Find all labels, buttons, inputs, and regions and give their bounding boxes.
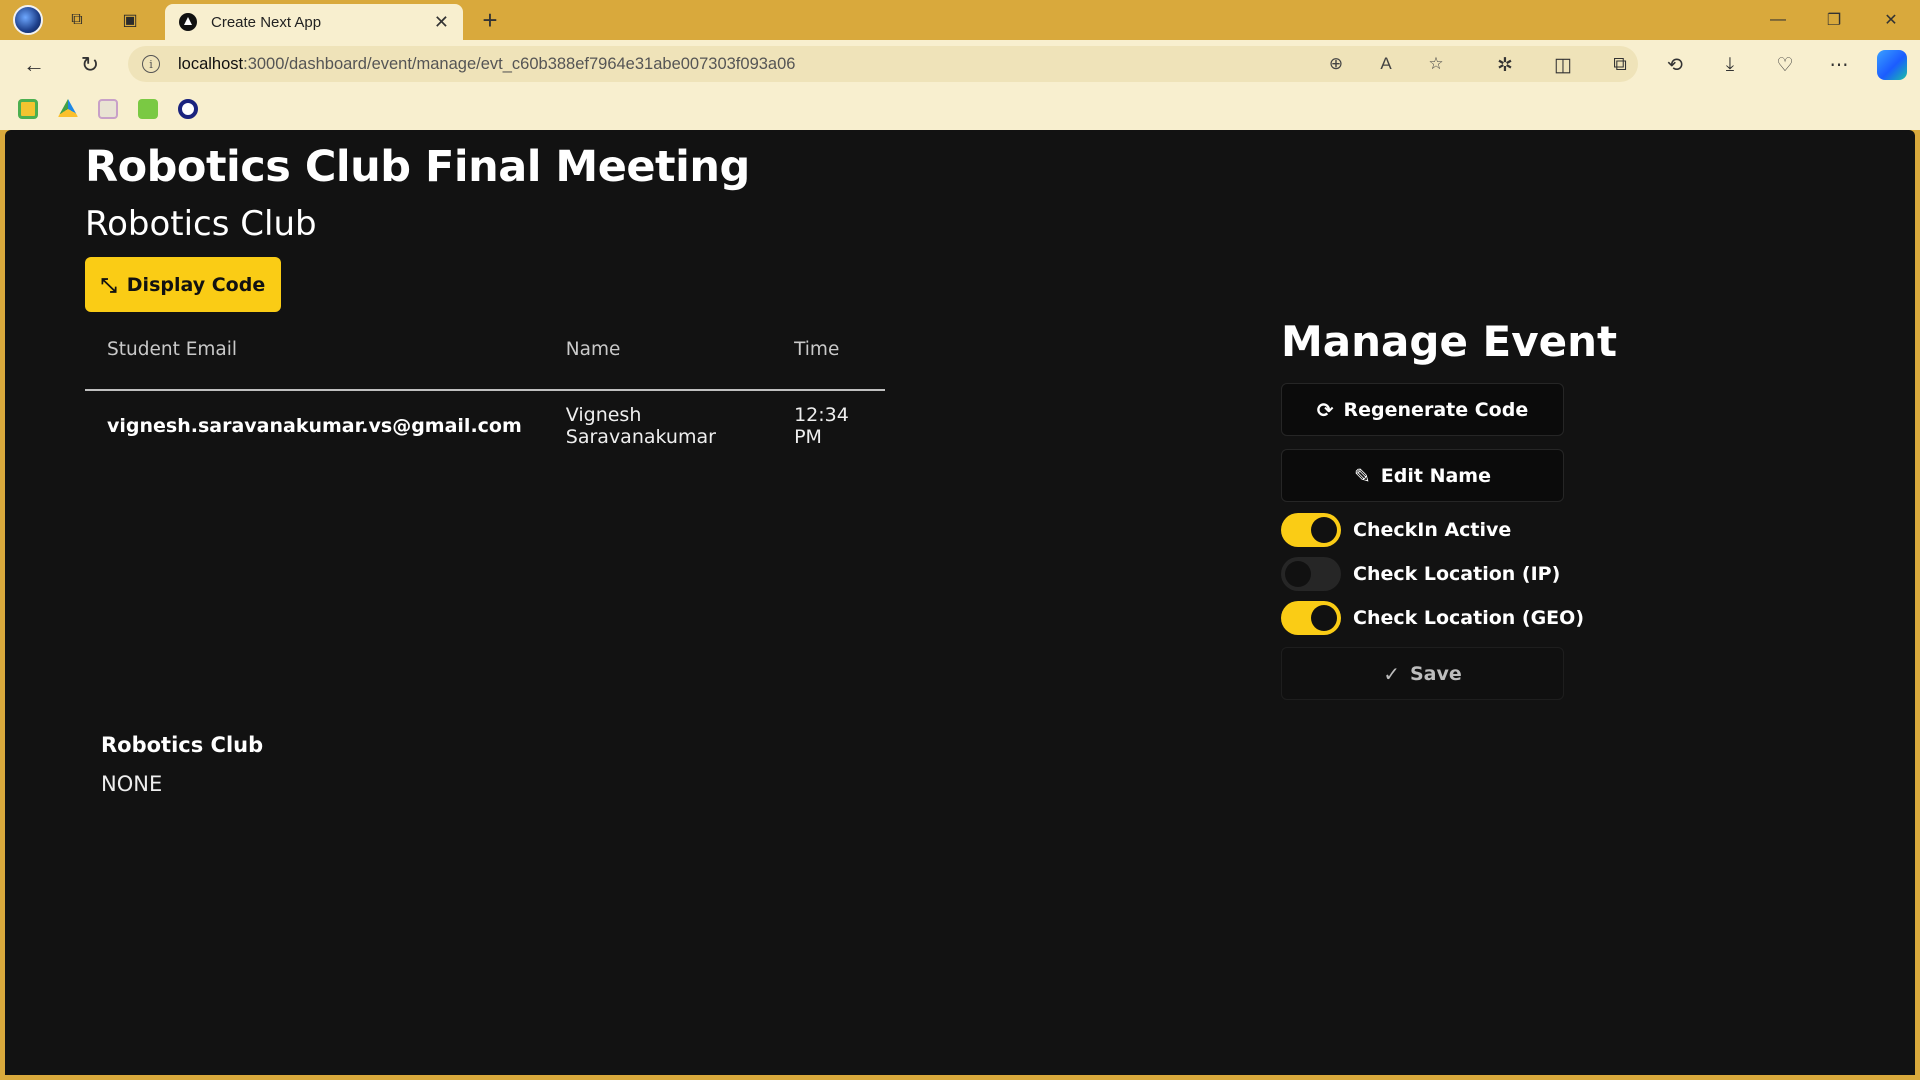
- minimize-icon[interactable]: —: [1758, 6, 1798, 34]
- collections-icon[interactable]: ⧉: [1605, 50, 1635, 80]
- workspaces-icon[interactable]: ⧉: [63, 6, 91, 34]
- reload-icon[interactable]: ↻: [75, 50, 105, 80]
- edit-name-label: Edit Name: [1380, 464, 1491, 487]
- close-icon[interactable]: ✕: [434, 12, 449, 33]
- save-button[interactable]: ✓ Save: [1281, 647, 1564, 700]
- cell-email: vignesh.saravanakumar.vs@gmail.com: [107, 414, 522, 437]
- copilot-icon[interactable]: [1877, 50, 1907, 80]
- manage-event-title: Manage Event: [1281, 317, 1618, 366]
- expand-icon: ⤡: [100, 272, 117, 297]
- profile-avatar[interactable]: [13, 5, 43, 35]
- downloads-icon[interactable]: ⤓: [1715, 50, 1745, 80]
- cell-time: 12:34 PM: [794, 403, 849, 448]
- url-path: :3000/dashboard/event/manage/evt_c60b388…: [243, 54, 796, 73]
- toggle-label: Check Location (IP): [1353, 563, 1561, 585]
- browser-tab[interactable]: Create Next App ✕: [165, 4, 463, 40]
- refresh-icon: ⟳: [1316, 397, 1334, 422]
- address-bar[interactable]: i localhost:3000/dashboard/event/manage/…: [128, 46, 1638, 82]
- regenerate-code-button[interactable]: ⟳ Regenerate Code: [1281, 383, 1564, 436]
- table-row: vignesh.saravanakumar.vs@gmail.com Vigne…: [85, 390, 885, 460]
- browser-tab-bar: ⧉ ▣ Create Next App ✕ + — ❐ ✕: [0, 0, 1920, 40]
- footer-club-name: Robotics Club: [101, 733, 264, 757]
- more-menu-icon[interactable]: ⋯: [1824, 50, 1854, 80]
- bookmark-drive-icon[interactable]: [58, 99, 78, 117]
- toggle-label: Check Location (GEO): [1353, 607, 1584, 629]
- page-content: Robotics Club Final Meeting Robotics Clu…: [5, 130, 1915, 1075]
- footer-club-value: NONE: [101, 772, 163, 796]
- club-name: Robotics Club: [85, 204, 317, 244]
- new-tab-icon[interactable]: +: [476, 5, 504, 35]
- regenerate-code-label: Regenerate Code: [1343, 398, 1529, 421]
- zoom-icon[interactable]: ⊕: [1324, 52, 1348, 76]
- check-location-geo-switch[interactable]: [1281, 601, 1341, 635]
- nextjs-favicon-icon: [179, 13, 197, 31]
- pencil-icon: ✎: [1354, 463, 1371, 488]
- restore-icon[interactable]: ❐: [1814, 6, 1854, 34]
- event-title: Robotics Club Final Meeting: [85, 142, 750, 192]
- checkin-active-switch[interactable]: [1281, 513, 1341, 547]
- toggle-check-location-geo[interactable]: Check Location (GEO): [1281, 601, 1584, 635]
- cell-name: Vignesh Saravanakumar: [565, 403, 716, 448]
- column-header-name: Name: [543, 310, 773, 391]
- column-header-time: Time: [772, 310, 885, 391]
- extensions-icon[interactable]: ✲: [1490, 50, 1520, 80]
- switch-knob: [1311, 517, 1337, 543]
- history-icon[interactable]: ⟲: [1660, 50, 1690, 80]
- bookmark-classroom-icon[interactable]: [18, 99, 38, 119]
- split-screen-icon[interactable]: ◫: [1548, 50, 1578, 80]
- toggle-check-location-ip[interactable]: Check Location (IP): [1281, 557, 1560, 591]
- check-icon: ✓: [1383, 661, 1400, 686]
- bookmarks-bar: [0, 88, 1920, 130]
- display-code-label: Display Code: [126, 273, 266, 296]
- check-location-ip-switch[interactable]: [1281, 557, 1341, 591]
- read-aloud-icon[interactable]: A: [1374, 52, 1398, 76]
- column-header-email: Student Email: [85, 310, 544, 391]
- performance-icon[interactable]: ♡: [1770, 50, 1800, 80]
- switch-knob: [1285, 561, 1311, 587]
- edit-name-button[interactable]: ✎ Edit Name: [1281, 449, 1564, 502]
- favorite-star-icon[interactable]: ☆: [1424, 52, 1448, 76]
- switch-knob: [1311, 605, 1337, 631]
- attendance-table: Student Email Name Time vignesh.saravana…: [85, 310, 885, 460]
- toggle-checkin-active[interactable]: CheckIn Active: [1281, 513, 1511, 547]
- tab-title: Create Next App: [211, 13, 322, 31]
- display-code-button[interactable]: ⤡ Display Code: [85, 257, 281, 312]
- table-header-row: Student Email Name Time: [85, 310, 885, 391]
- vertical-tabs-icon[interactable]: ▣: [116, 6, 144, 34]
- bookmark-site-icon[interactable]: [98, 99, 118, 119]
- site-info-icon[interactable]: i: [142, 55, 160, 73]
- bookmark-duolingo-icon[interactable]: [138, 99, 158, 119]
- back-icon[interactable]: ←: [19, 50, 49, 80]
- browser-toolbar: ← ↻ i localhost:3000/dashboard/event/man…: [0, 40, 1920, 88]
- toggle-label: CheckIn Active: [1353, 519, 1512, 541]
- url-host: localhost: [178, 54, 244, 73]
- bookmark-circle-icon[interactable]: [178, 99, 198, 119]
- window-close-icon[interactable]: ✕: [1871, 6, 1911, 34]
- save-label: Save: [1409, 662, 1462, 685]
